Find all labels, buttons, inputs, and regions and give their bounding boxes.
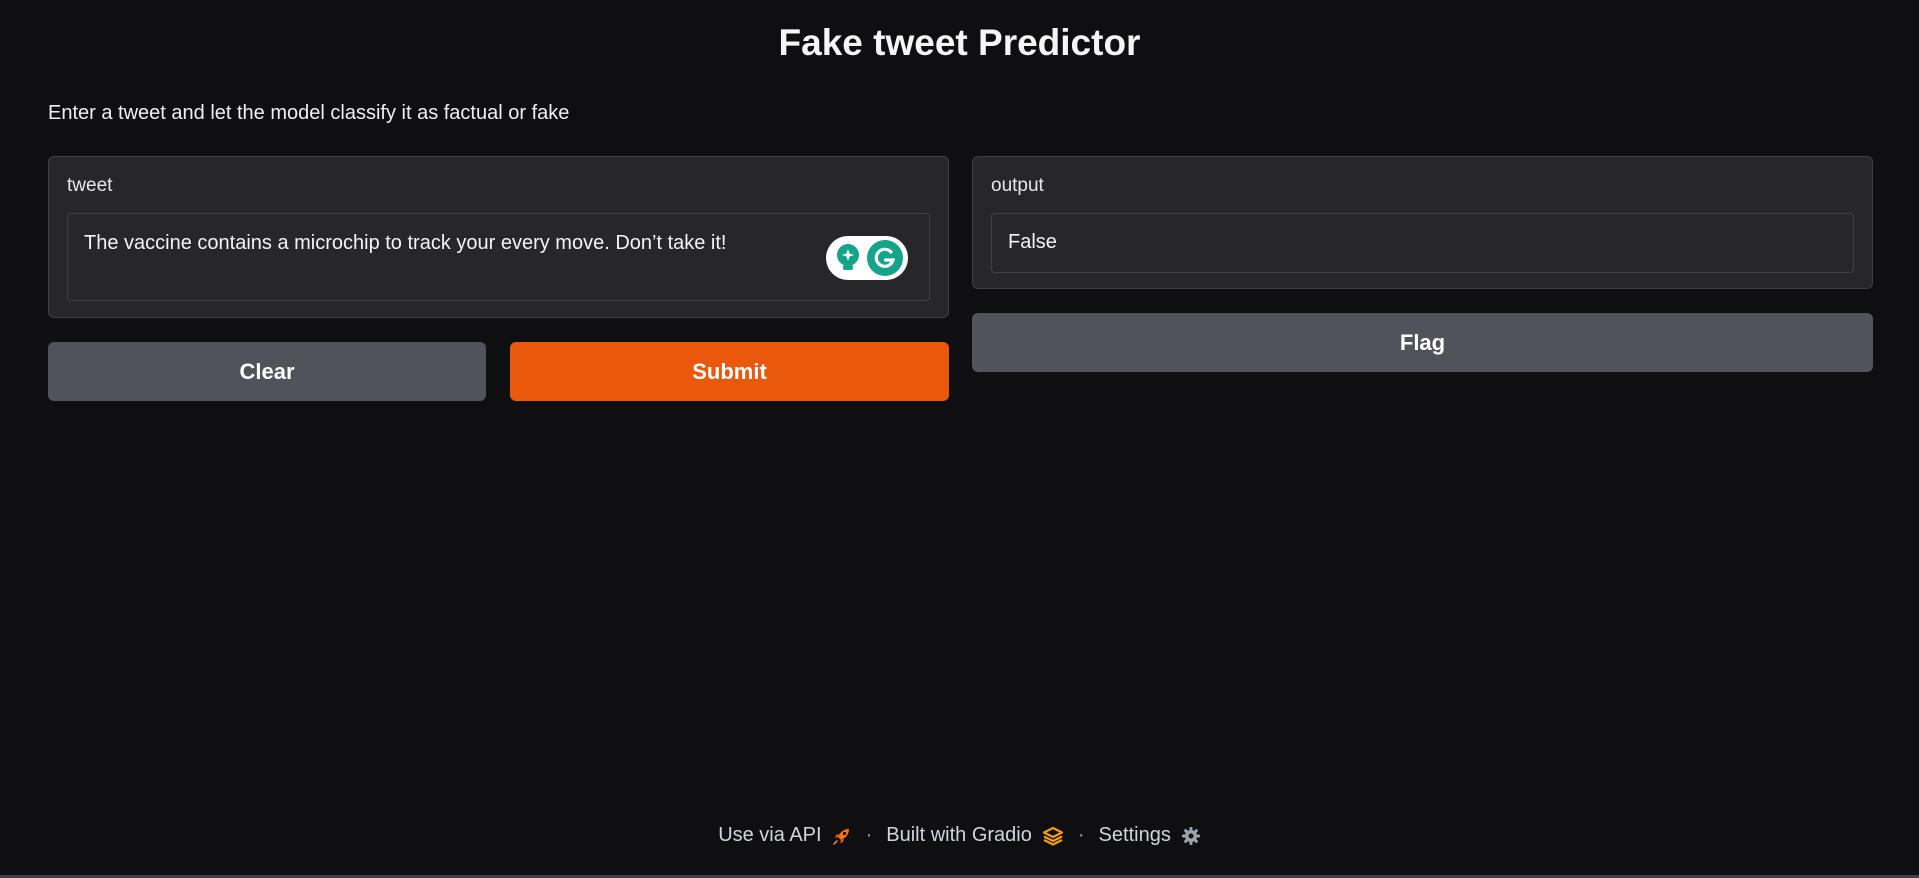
submit-button[interactable]: Submit [510, 342, 949, 401]
built-with-gradio-label: Built with Gradio [886, 824, 1032, 846]
gradio-app: Fake tweet Predictor Enter a tweet and l… [0, 0, 1919, 878]
gradio-logo-icon [1042, 826, 1063, 846]
settings-label: Settings [1098, 824, 1171, 846]
page-title: Fake tweet Predictor [778, 22, 1141, 63]
built-with-gradio-link[interactable]: Built with Gradio [886, 824, 1064, 847]
grammarly-icon[interactable] [866, 239, 904, 277]
clear-button[interactable]: Clear [48, 342, 486, 401]
use-via-api-link[interactable]: Use via API [718, 824, 851, 847]
lightbulb-icon[interactable] [831, 241, 865, 275]
output-label: output [991, 175, 1044, 196]
footer-separator: · [865, 824, 873, 846]
grammarly-widget[interactable] [826, 236, 908, 280]
footer: Use via API · Built with Gradio · Settin… [0, 824, 1919, 847]
output-field: False [991, 213, 1854, 273]
tweet-label: tweet [67, 175, 113, 196]
page-description: Enter a tweet and let the model classify… [48, 102, 570, 124]
rocket-icon [832, 828, 849, 845]
output-panel: output False [972, 156, 1873, 289]
tweet-input[interactable]: The vaccine contains a microchip to trac… [67, 213, 930, 301]
gear-icon [1181, 826, 1200, 845]
footer-separator: · [1077, 824, 1085, 846]
tweet-panel: tweet The vaccine contains a microchip t… [48, 156, 949, 318]
flag-button[interactable]: Flag [972, 313, 1873, 372]
use-via-api-label: Use via API [718, 824, 822, 846]
settings-link[interactable]: Settings [1099, 824, 1201, 847]
